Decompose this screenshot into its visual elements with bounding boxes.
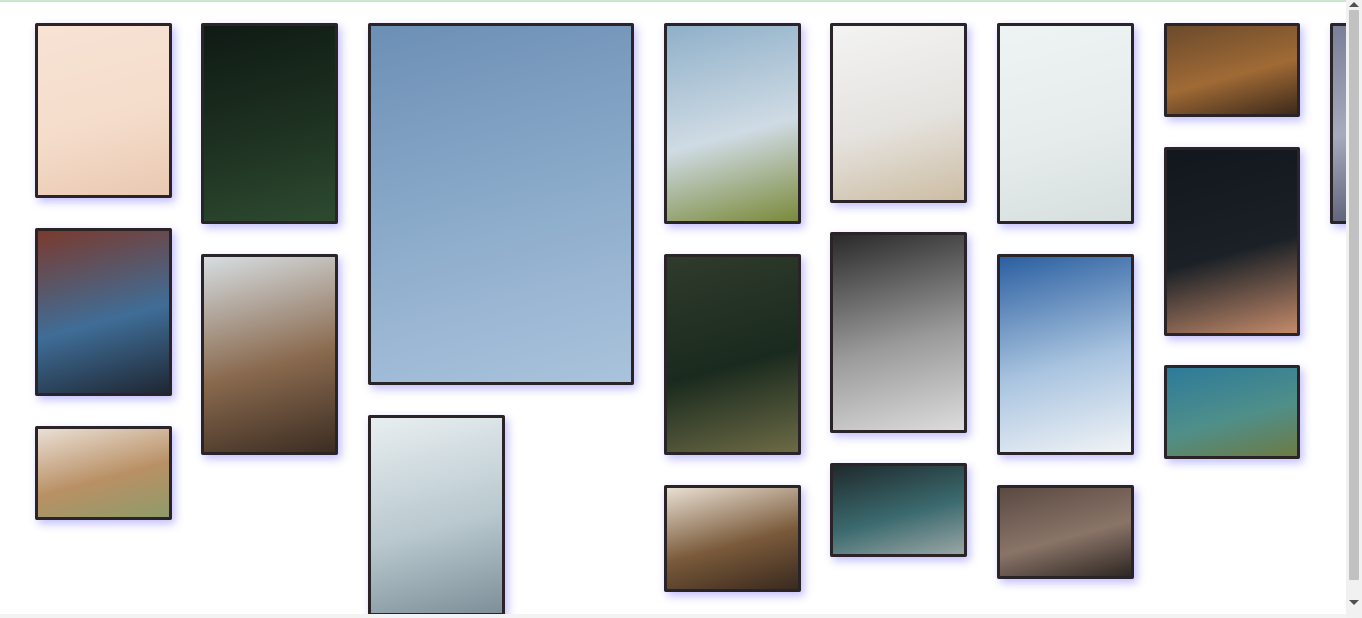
scrollbar-thumb[interactable] bbox=[1349, 10, 1359, 580]
photo-mountain-lake-forest[interactable] bbox=[664, 254, 801, 455]
photo-shipping-containers-man[interactable] bbox=[35, 228, 172, 396]
photo-friends-circle-faces[interactable] bbox=[1164, 147, 1300, 336]
photo-cups-beads-table[interactable] bbox=[664, 485, 801, 592]
photo-illustration-flower-people[interactable] bbox=[35, 23, 172, 198]
photo-vessel-structure[interactable] bbox=[997, 485, 1134, 579]
bottom-edge bbox=[0, 614, 1346, 618]
photo-skyscraper-us-flag[interactable] bbox=[368, 415, 505, 616]
photo-snow-hiker-blue-sky[interactable] bbox=[997, 254, 1134, 455]
photo-gallery bbox=[0, 0, 1346, 618]
photo-snowy-hill-climbers[interactable] bbox=[997, 23, 1134, 224]
photo-partial-edge[interactable] bbox=[1330, 23, 1346, 224]
vertical-scrollbar[interactable] bbox=[1346, 0, 1362, 618]
photo-dried-flowers-camera[interactable] bbox=[35, 426, 172, 520]
photo-coastal-rocks-sunset[interactable] bbox=[201, 254, 338, 455]
photo-bike-rack-station[interactable] bbox=[830, 463, 967, 557]
scroll-up-arrow-icon[interactable] bbox=[1349, 2, 1359, 7]
photo-white-rose-bush[interactable] bbox=[201, 23, 338, 224]
photo-hats-desk-wall[interactable] bbox=[830, 23, 967, 203]
photo-newspaper-storefront[interactable] bbox=[830, 232, 967, 433]
photo-coastline-aerial[interactable] bbox=[1164, 365, 1300, 459]
photo-cyclist-hilltop[interactable] bbox=[664, 23, 801, 224]
photo-woman-dancing-blue-sky[interactable] bbox=[368, 23, 634, 385]
scroll-down-arrow-icon[interactable] bbox=[1349, 600, 1359, 605]
photo-honeycomb-frame[interactable] bbox=[1164, 23, 1300, 117]
